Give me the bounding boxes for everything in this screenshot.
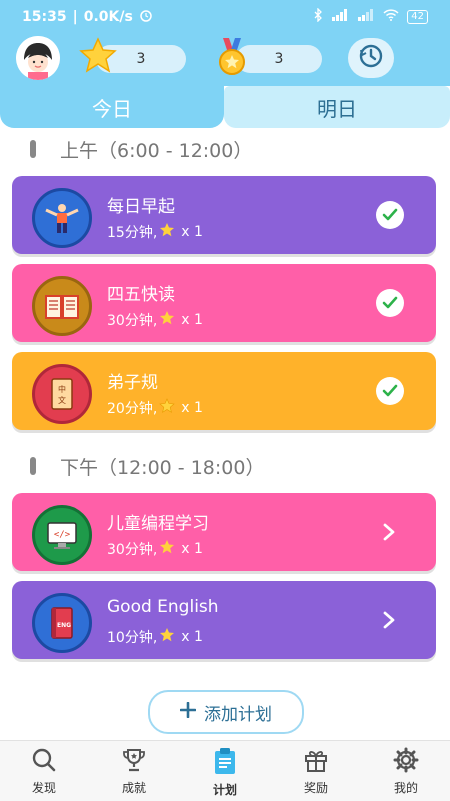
small-star-icon [159, 627, 175, 647]
section-header-afternoon: 下午（12:00 - 18:00） [30, 451, 264, 481]
small-star-icon [159, 539, 175, 559]
chevron-right-icon[interactable] [380, 517, 398, 551]
svg-text:文: 文 [58, 395, 66, 405]
task-reward: x 1 [181, 312, 203, 328]
nav-plan[interactable]: 计划 [185, 747, 265, 798]
small-star-icon [159, 222, 175, 242]
search-icon [31, 747, 57, 776]
trophy-icon [121, 747, 147, 776]
nav-label: 我的 [393, 781, 418, 795]
day-tabs: 今日 明日 [0, 86, 450, 130]
add-plan-label: 添加计划 [204, 704, 272, 725]
star-icon [78, 36, 118, 80]
small-star-icon [159, 398, 176, 418]
book-icon [32, 276, 92, 336]
task-reward: x 1 [181, 629, 203, 645]
clipboard-icon [212, 747, 238, 778]
chevron-right-icon[interactable] [380, 605, 398, 639]
signal-icon-2 [357, 9, 375, 24]
section-title: 上午（6:00 - 12:00） [60, 139, 253, 162]
task-card[interactable]: 四五快读 30分钟, x 1 [12, 264, 436, 342]
plus-icon [179, 701, 197, 723]
task-title: Good English [107, 597, 219, 617]
task-meta: 10分钟, x 1 [107, 627, 203, 647]
nav-discover[interactable]: 发现 [4, 747, 84, 796]
history-button[interactable] [348, 38, 394, 78]
signal-icon [331, 9, 349, 24]
tab-today[interactable]: 今日 [0, 86, 224, 128]
svg-text:</>: </> [54, 530, 71, 540]
section-marker [30, 140, 36, 158]
small-star-icon [159, 310, 175, 330]
task-card[interactable]: 中 文 弟子规 20分钟, x 1 [12, 352, 436, 430]
code-icon: </> [32, 505, 92, 565]
task-reward: x 1 [181, 400, 203, 416]
task-meta: 15分钟, x 1 [107, 222, 203, 242]
task-duration: 20分钟, [107, 401, 158, 417]
avatar[interactable] [16, 36, 60, 80]
bottom-navigation: 发现 成就 计划 奖励 我的 [0, 740, 450, 801]
svg-text:ENG: ENG [57, 622, 71, 629]
task-title: 儿童编程学习 [107, 514, 209, 534]
nav-rewards[interactable]: 奖励 [276, 747, 356, 796]
alarm-icon [139, 8, 153, 26]
nav-mine[interactable]: 我的 [366, 747, 446, 796]
gear-icon [393, 747, 419, 776]
nav-label: 成就 [121, 781, 146, 795]
task-title: 四五快读 [107, 285, 175, 305]
medals-count: 3 [274, 51, 284, 67]
section-marker [30, 457, 36, 475]
section-header-morning: 上午（6:00 - 12:00） [30, 134, 252, 164]
task-reward: x 1 [181, 224, 203, 240]
task-card[interactable]: 每日早起 15分钟, x 1 [12, 176, 436, 254]
history-icon [358, 43, 384, 73]
task-duration: 10分钟, [107, 630, 158, 646]
add-plan-button[interactable]: 添加计划 [148, 690, 304, 734]
chinese-book-icon: 中 文 [32, 364, 92, 424]
checkmark-icon[interactable] [376, 377, 404, 405]
task-meta: 30分钟, x 1 [107, 310, 203, 330]
medal-icon [218, 38, 246, 82]
status-time: 15:35 [22, 9, 67, 25]
checkmark-icon[interactable] [376, 289, 404, 317]
task-duration: 15分钟, [107, 225, 158, 241]
battery-indicator: 42 [407, 9, 428, 24]
nav-label: 计划 [212, 783, 237, 797]
task-meta: 30分钟, x 1 [107, 539, 203, 559]
bluetooth-icon [313, 7, 323, 25]
checkmark-icon[interactable] [376, 201, 404, 229]
task-duration: 30分钟, [107, 542, 158, 558]
task-title: 弟子规 [107, 373, 158, 393]
task-card[interactable]: ENG Good English 10分钟, x 1 [12, 581, 436, 659]
medals-counter: 3 [236, 45, 322, 73]
task-reward: x 1 [181, 541, 203, 557]
exercise-icon [32, 188, 92, 248]
svg-text:中: 中 [58, 384, 66, 394]
stars-count: 3 [136, 51, 146, 67]
english-book-icon: ENG [32, 593, 92, 653]
status-bar: 15:35 | 0.0K/s 42 [0, 0, 450, 34]
status-speed: 0.0K/s [83, 9, 133, 25]
task-meta: 20分钟, x 1 [107, 398, 203, 418]
tab-tomorrow[interactable]: 明日 [224, 86, 450, 128]
gift-icon [303, 747, 329, 776]
task-card[interactable]: </> 儿童编程学习 30分钟, x 1 [12, 493, 436, 571]
nav-label: 奖励 [303, 781, 328, 795]
section-title: 下午（12:00 - 18:00） [60, 456, 265, 479]
nav-label: 发现 [31, 781, 56, 795]
task-duration: 30分钟, [107, 313, 158, 329]
nav-achievements[interactable]: 成就 [94, 747, 174, 796]
task-title: 每日早起 [107, 197, 175, 217]
wifi-icon [383, 9, 399, 24]
